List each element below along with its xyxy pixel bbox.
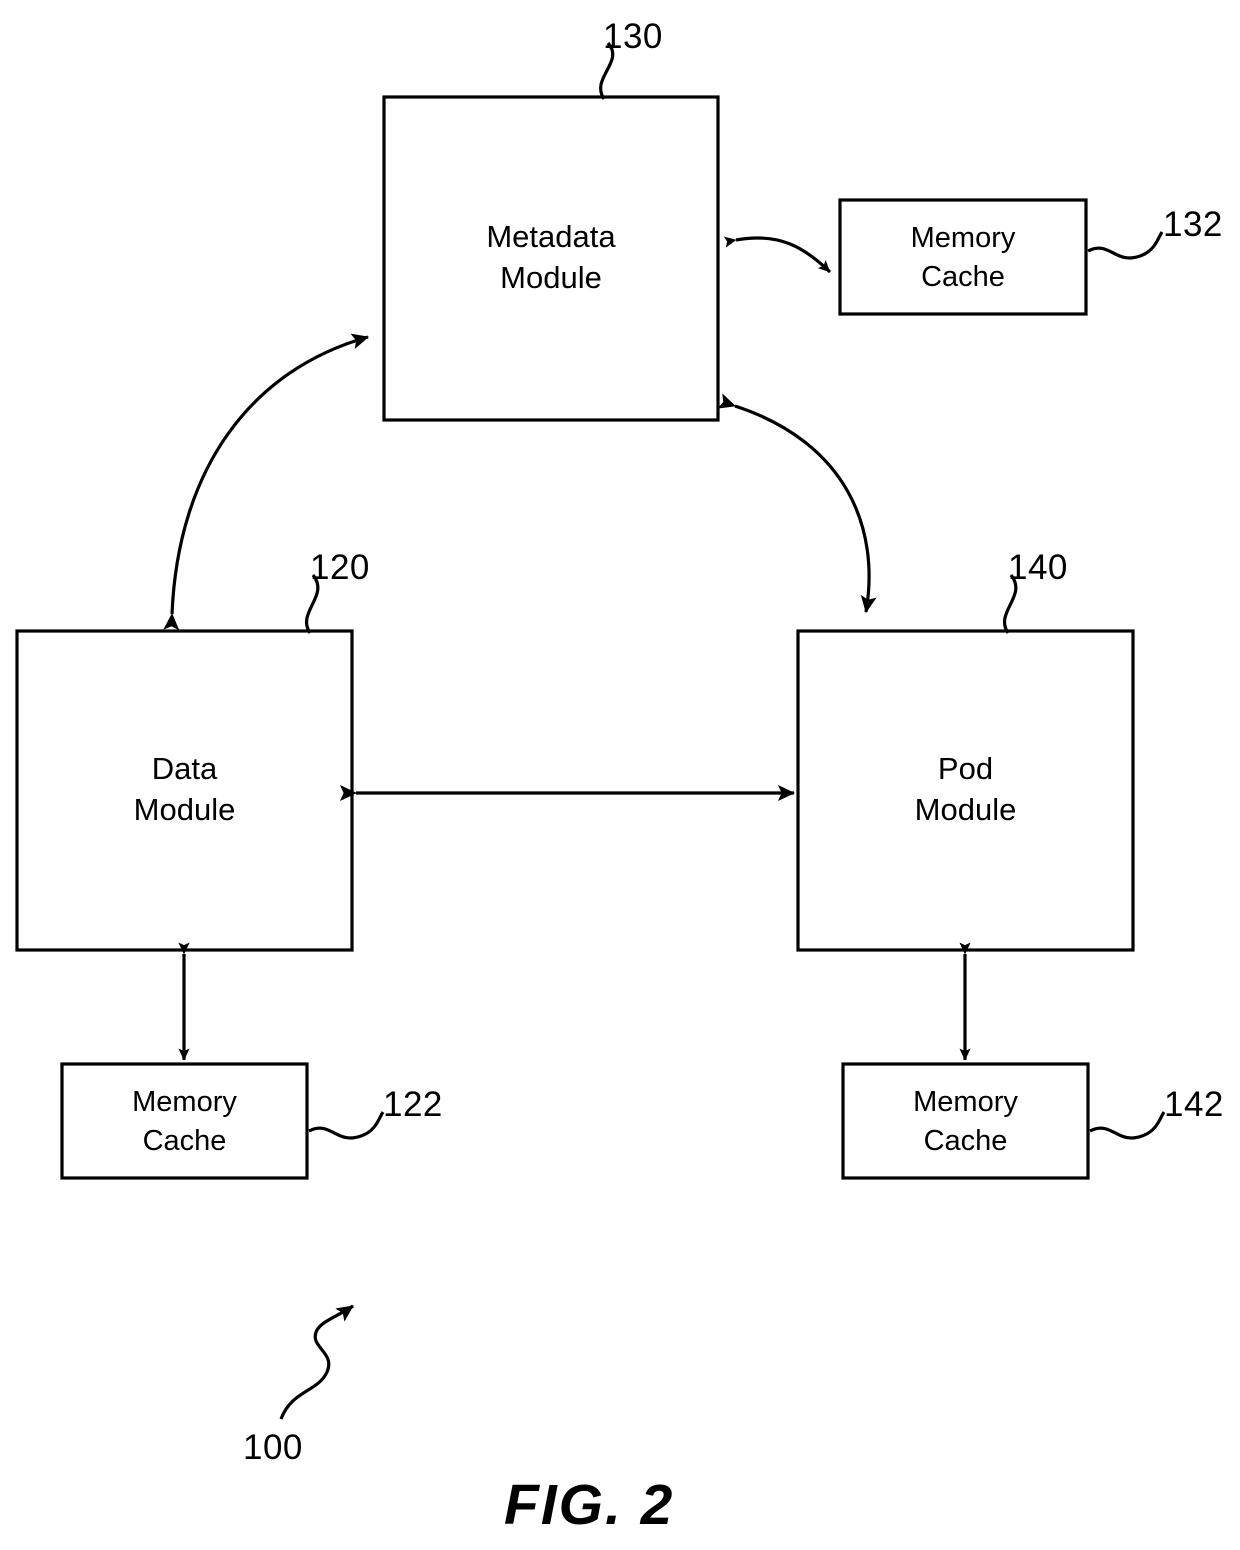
ref-numeral-132: 132	[1163, 205, 1223, 244]
leader-line-142	[1089, 1111, 1166, 1140]
ref-numeral-122: 122	[383, 1085, 443, 1124]
ref-numeral-120: 120	[310, 548, 370, 587]
connector-metadata-to-pod	[717, 393, 877, 613]
block-memory-cache-142	[841, 1062, 1090, 1180]
block-memory-cache-122	[60, 1062, 309, 1180]
figure-caption: FIG. 2	[504, 1473, 675, 1537]
ref-numeral-130: 130	[603, 17, 663, 56]
leader-line-100	[279, 1304, 354, 1420]
ref-numeral-142: 142	[1164, 1085, 1224, 1124]
leader-line-132	[1087, 231, 1164, 260]
block-pod-module	[796, 629, 1135, 952]
block-data-module	[15, 629, 354, 952]
block-metadata-module	[382, 95, 720, 422]
connector-metadata-to-memory-cache-132	[723, 236, 832, 274]
figure-canvas	[15, 41, 1166, 1420]
patent-figure: Metadata Module Memory Cache Data Module…	[0, 0, 1240, 1550]
block-memory-cache-132	[838, 198, 1088, 316]
leader-line-122	[308, 1111, 385, 1140]
ref-numeral-140: 140	[1008, 548, 1068, 587]
ref-numeral-100: 100	[243, 1428, 303, 1467]
